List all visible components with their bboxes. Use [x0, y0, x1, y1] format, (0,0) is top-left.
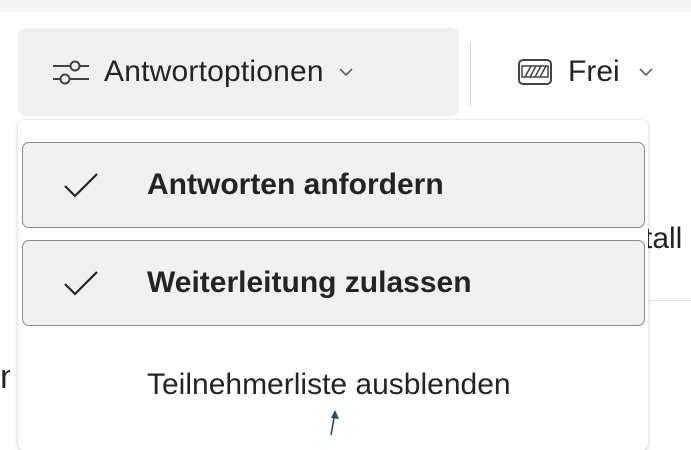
background-text: tall — [644, 222, 683, 255]
sliders-icon — [48, 55, 94, 89]
toolbar-divider — [470, 42, 471, 106]
response-options-menu: Antworten anfordern Weiterleitung zulass… — [18, 120, 648, 450]
chevron-down-icon — [638, 66, 654, 78]
background-glyph: n — [0, 358, 10, 396]
response-options-label: Antwortoptionen — [104, 55, 324, 88]
menu-item-request-responses[interactable]: Antworten anfordern — [22, 142, 645, 228]
background-divider — [648, 300, 691, 301]
checkmark-icon — [59, 168, 103, 202]
menu-item-label: Antworten anfordern — [147, 168, 444, 201]
menu-item-label: Weiterleitung zulassen — [147, 266, 472, 299]
free-busy-icon — [516, 57, 554, 87]
chevron-down-icon — [338, 66, 354, 78]
window-top-strip — [0, 0, 691, 12]
response-options-button[interactable]: Antwortoptionen — [18, 28, 459, 116]
menu-item-label: Teilnehmerliste ausblenden — [147, 368, 511, 401]
menu-item-allow-forwarding[interactable]: Weiterleitung zulassen — [22, 240, 645, 326]
checkmark-icon — [59, 266, 103, 300]
mouse-cursor-icon — [328, 410, 342, 436]
show-as-label: Frei — [568, 55, 620, 88]
show-as-button[interactable]: Frei — [500, 28, 691, 116]
